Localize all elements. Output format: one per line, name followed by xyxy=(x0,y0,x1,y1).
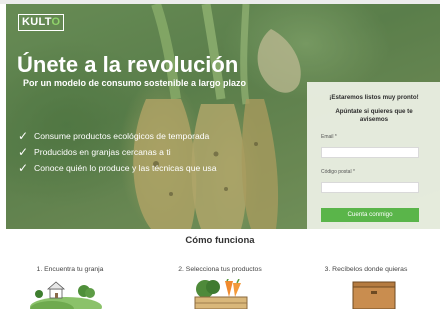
email-label: Email * xyxy=(321,134,337,140)
check-icon: ✓ xyxy=(18,161,29,175)
form-subtitle: Apúntate si quieres que te avisemos xyxy=(335,108,413,123)
benefit-text: Producidos en granjas cercanas a ti xyxy=(34,147,171,157)
submit-button[interactable]: Cuenta conmigo xyxy=(321,208,419,222)
farm-icon xyxy=(30,281,102,309)
step-1-label: 1. Encuentra tu granja xyxy=(36,266,104,273)
signup-form: ¡Estaremos listos muy pronto! Apúntate s… xyxy=(307,82,440,229)
email-field[interactable] xyxy=(321,146,419,158)
hero-subheadline: Por un modelo de consumo sostenible a la… xyxy=(23,78,247,88)
benefit-text: Consume productos ecológicos de temporad… xyxy=(34,131,210,141)
form-title: ¡Estaremos listos muy pronto! xyxy=(329,94,419,101)
check-icon: ✓ xyxy=(18,129,29,143)
hero-headline: Únete a la revolución xyxy=(17,52,239,77)
benefit-item: ✓ Producidos en granjas cercanas a ti xyxy=(18,144,217,160)
benefit-item: ✓ Consume productos ecológicos de tempor… xyxy=(18,128,217,144)
vegetables-basket-icon xyxy=(194,279,248,309)
postcode-field[interactable] xyxy=(321,181,419,193)
kulto-logo[interactable]: KULTO xyxy=(18,14,65,31)
benefit-text: Conoce quién lo produce y las técnicas q… xyxy=(34,163,217,173)
how-it-works-title: Cómo funciona xyxy=(185,235,255,246)
benefit-item: ✓ Conoce quién lo produce y las técnicas… xyxy=(18,160,217,176)
step-2-label: 2. Selecciona tus productos xyxy=(178,266,262,273)
delivery-box-icon xyxy=(352,281,396,309)
postcode-label: Código postal * xyxy=(321,169,355,175)
benefits-list: ✓ Consume productos ecológicos de tempor… xyxy=(18,128,217,176)
step-3-label: 3. Recíbelos donde quieras xyxy=(324,266,408,273)
check-icon: ✓ xyxy=(18,145,29,159)
